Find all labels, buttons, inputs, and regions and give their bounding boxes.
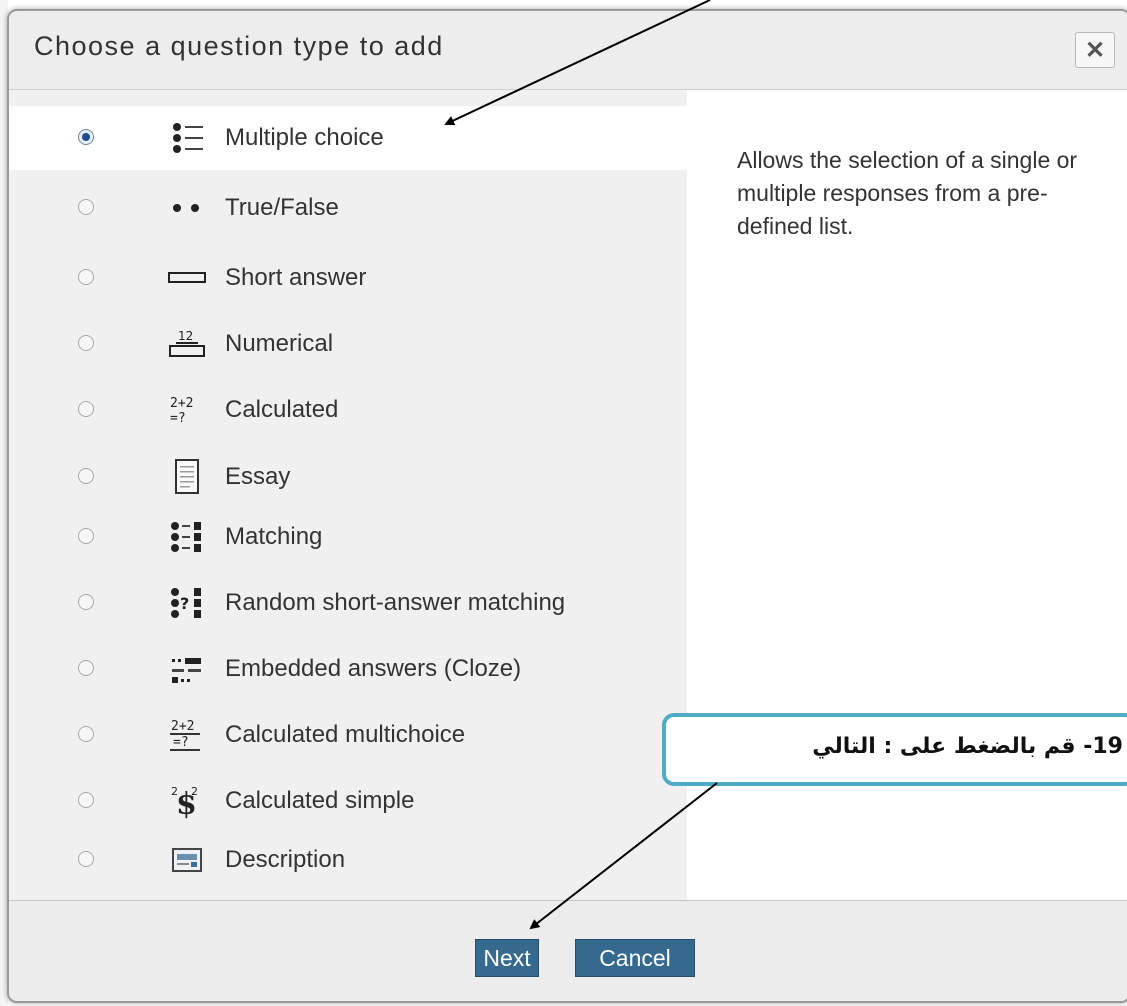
question-type-label: True/False (225, 194, 339, 221)
calculated-multichoice-icon: 2+2 =? (167, 715, 207, 755)
radio-calculated-simple[interactable] (78, 792, 94, 808)
radio-short-answer[interactable] (78, 269, 94, 285)
question-type-description-text: Allows the selection of a single or mult… (737, 147, 1078, 239)
radio-matching[interactable] (78, 528, 94, 544)
numerical-icon: 12 (167, 324, 207, 364)
question-type-list: Multiple choice True/False Short answer … (9, 90, 687, 911)
question-type-label: Short answer (225, 264, 367, 291)
calculated-simple-icon: 2 2 $ (167, 781, 207, 821)
dialog-header: Choose a question type to add ✕ (9, 11, 1127, 90)
multiple-choice-icon (167, 118, 207, 158)
random-matching-icon: ? (167, 583, 207, 623)
radio-random-matching[interactable] (78, 594, 94, 610)
question-type-label: Essay (225, 463, 291, 490)
question-type-numerical[interactable]: 12 Numerical (9, 312, 687, 376)
close-button[interactable]: ✕ (1075, 32, 1115, 68)
radio-description[interactable] (78, 851, 94, 867)
short-answer-icon (167, 258, 207, 298)
callout-text: 19- قم بالضغط على : التالي (812, 734, 1123, 759)
true-false-icon (167, 188, 207, 228)
question-type-label: Multiple choice (225, 124, 384, 151)
matching-icon (167, 517, 207, 557)
svg-text:2+2: 2+2 (171, 719, 194, 734)
question-type-calculated[interactable]: 2+2 =? Calculated (9, 378, 687, 442)
question-type-label: Calculated (225, 396, 339, 423)
cloze-icon (167, 649, 207, 689)
radio-numerical[interactable] (78, 335, 94, 351)
question-type-label: Random short-answer matching (225, 589, 566, 616)
radio-cloze[interactable] (78, 660, 94, 676)
svg-text:$: $ (176, 787, 197, 820)
svg-text:12: 12 (178, 329, 193, 343)
svg-text:?: ? (180, 594, 189, 613)
question-type-multiple-choice[interactable]: Multiple choice (9, 106, 687, 170)
radio-calculated[interactable] (78, 401, 94, 417)
question-type-short-answer[interactable]: Short answer (9, 246, 687, 310)
radio-true-false[interactable] (78, 199, 94, 215)
dialog-title: Choose a question type to add (34, 31, 444, 61)
svg-text:=?: =? (173, 735, 189, 750)
question-type-dialog: Choose a question type to add ✕ Multiple… (7, 9, 1127, 1003)
question-type-description[interactable]: Description (9, 828, 687, 892)
svg-text:=?: =? (170, 411, 186, 426)
question-type-label: Embedded answers (Cloze) (225, 655, 522, 682)
close-icon: ✕ (1084, 36, 1106, 64)
question-type-calculated-simple[interactable]: 2 2 $ Calculated simple (9, 769, 687, 833)
question-type-matching[interactable]: Matching (9, 505, 687, 569)
cancel-button[interactable]: Cancel (575, 939, 695, 977)
radio-essay[interactable] (78, 468, 94, 484)
question-type-random-short-answer-matching[interactable]: ? Random short-answer matching (9, 571, 687, 635)
dialog-footer: Next Cancel (9, 900, 1127, 1001)
question-type-essay[interactable]: Essay (9, 445, 687, 509)
essay-icon (167, 457, 207, 497)
question-type-true-false[interactable]: True/False (9, 176, 687, 240)
question-type-label: Matching (225, 523, 323, 550)
description-icon (167, 840, 207, 880)
question-type-embedded-answers-cloze[interactable]: Embedded answers (Cloze) (9, 637, 687, 701)
next-button[interactable]: Next (475, 939, 539, 977)
question-type-label: Calculated multichoice (225, 721, 466, 748)
question-type-calculated-multichoice[interactable]: 2+2 =? Calculated multichoice (9, 703, 687, 767)
radio-calculated-multichoice[interactable] (78, 726, 94, 742)
calculated-icon: 2+2 =? (167, 390, 207, 430)
question-type-label: Calculated simple (225, 787, 415, 814)
svg-text:2+2: 2+2 (170, 396, 193, 411)
question-type-label: Description (225, 846, 346, 873)
instruction-callout: 19- قم بالضغط على : التالي (662, 713, 1127, 786)
question-type-label: Numerical (225, 330, 334, 357)
radio-multiple-choice[interactable] (78, 129, 94, 145)
